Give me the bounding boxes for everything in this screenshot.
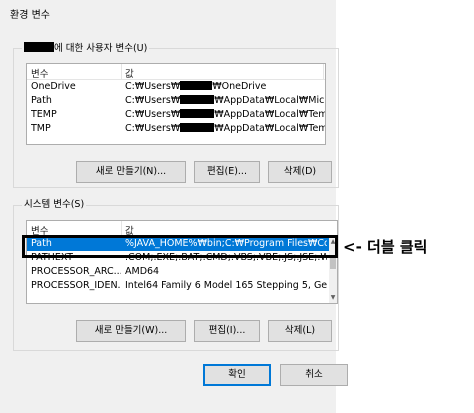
path-row-highlight: [22, 235, 338, 258]
system-new-button[interactable]: 새로 만들기(W)...: [76, 320, 186, 342]
column-divider[interactable]: [323, 64, 324, 80]
double-click-annotation: <- 더블 클릭: [343, 238, 428, 256]
system-variable-row-processor-id[interactable]: PROCESSOR_IDEN... Intel64 Family 6 Model…: [27, 279, 337, 293]
system-variables-legend: 시스템 변수(S): [22, 199, 87, 211]
redacted-username: [24, 42, 54, 52]
user-variable-row-onedrive[interactable]: OneDrive C:₩Users₩ ₩OneDrive: [27, 80, 325, 94]
system-variables-list[interactable]: 변수 값 Path %JAVA_HOME%₩bin;C:₩Program Fil…: [26, 220, 338, 304]
user-delete-button[interactable]: 삭제(D): [268, 161, 332, 183]
redacted-username: [180, 95, 215, 104]
user-variables-header: 변수 값: [27, 64, 325, 80]
user-variable-row-tmp[interactable]: TMP C:₩Users₩ ₩AppData₩Local₩Temp: [27, 122, 325, 136]
system-delete-button[interactable]: 삭제(L): [268, 320, 332, 342]
user-variables-legend: 에 대한 사용자 변수(U): [22, 42, 150, 55]
user-new-button[interactable]: 새로 만들기(N)...: [76, 161, 186, 183]
environment-variables-dialog: 환경 변수 에 대한 사용자 변수(U) 변수 값 OneDrive C:₩Us…: [0, 0, 348, 413]
user-edit-button[interactable]: 편집(E)...: [194, 161, 260, 183]
user-variable-row-path[interactable]: Path C:₩Users₩₩AppData₩Local₩Micros...: [27, 94, 325, 108]
cancel-button[interactable]: 취소: [280, 364, 348, 386]
column-header-name[interactable]: 변수: [31, 66, 48, 80]
system-edit-button[interactable]: 편집(I)...: [194, 320, 260, 342]
redacted-username: [180, 123, 215, 132]
user-variables-group: 에 대한 사용자 변수(U) 변수 값 OneDrive C:₩Users₩ ₩O…: [13, 42, 339, 188]
user-variable-row-temp[interactable]: TEMP C:₩Users₩ ₩AppData₩Local₩Temp: [27, 108, 325, 122]
dialog-title: 환경 변수: [10, 10, 50, 21]
column-divider[interactable]: [121, 64, 122, 80]
scroll-down-arrow-icon[interactable]: ▼: [329, 294, 337, 302]
system-variables-group: 시스템 변수(S) 변수 값 Path %JAVA_HOME%₩bin;C:₩P…: [13, 199, 339, 351]
redacted-username: [180, 81, 213, 90]
ok-button[interactable]: 확인: [203, 364, 271, 386]
user-variables-list[interactable]: 변수 값 OneDrive C:₩Users₩ ₩OneDrive Path C:…: [26, 63, 326, 145]
redacted-username: [180, 109, 215, 118]
column-header-value[interactable]: 값: [125, 66, 134, 80]
system-variable-row-processor-arch[interactable]: PROCESSOR_ARC... AMD64: [27, 265, 337, 279]
